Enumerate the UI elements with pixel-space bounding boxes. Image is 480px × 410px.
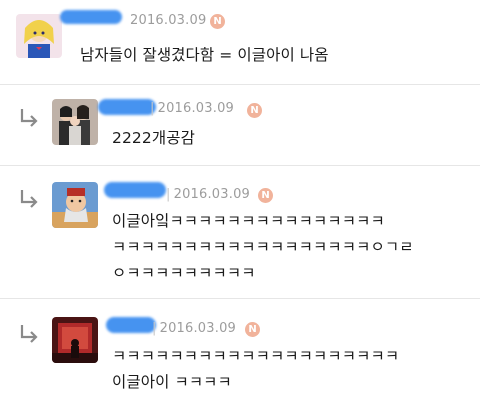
avatar[interactable] [52,182,98,228]
comment-text-line: ㅋㅋㅋㅋㅋㅋㅋㅋㅋㅋㅋㅋㅋㅋㅋㅋㅋㅋㅇㄱㄹ [112,238,414,256]
username-redaction [106,317,156,333]
comment-date: | 2016.03.09 [150,101,235,116]
username-redaction [98,99,156,115]
comment-2: | 2016.03.09 N 2222개공감 [0,85,480,165]
avatar[interactable] [16,14,62,58]
new-badge-icon: N [210,14,225,29]
new-badge-icon: N [247,103,262,118]
comment-1: 2016.03.09 N 남자들이 잘생겼다함 = 이글아이 나옴 [0,0,480,84]
comment-text-line: 이글아잌ㅋㅋㅋㅋㅋㅋㅋㅋㅋㅋㅋㅋㅋㅋㅋ [112,212,385,230]
comment-3: | 2016.03.09 N 이글아잌ㅋㅋㅋㅋㅋㅋㅋㅋㅋㅋㅋㅋㅋㅋㅋ ㅋㅋㅋㅋㅋㅋ… [0,166,480,296]
comment-text-line: ㅋㅋㅋㅋㅋㅋㅋㅋㅋㅋㅋㅋㅋㅋㅋㅋㅋㅋㅋㅋ [112,347,400,365]
avatar[interactable] [52,317,98,363]
comment-text: 남자들이 잘생겼다함 = 이글아이 나옴 [80,46,329,64]
new-badge-icon: N [245,322,260,337]
comment-date: | 2016.03.09 [152,321,237,336]
comment-text-line: 이글아이 ㅋㅋㅋㅋ [112,373,232,391]
comment-4: | 2016.03.09 N ㅋㅋㅋㅋㅋㅋㅋㅋㅋㅋㅋㅋㅋㅋㅋㅋㅋㅋㅋㅋ 이글아이 … [0,299,480,410]
comment-date: 2016.03.09 [130,13,207,28]
reply-arrow-icon [20,325,38,343]
new-badge-icon: N [258,188,273,203]
comment-text-line: ㅇㅋㅋㅋㅋㅋㅋㅋㅋㅋ [112,264,256,282]
reply-arrow-icon [20,190,38,208]
username-redaction [104,182,166,198]
avatar[interactable] [52,99,98,145]
comment-text: 2222개공감 [112,129,195,147]
username-redaction [60,10,122,24]
reply-arrow-icon [20,109,38,127]
comment-date: | 2016.03.09 [166,187,251,202]
